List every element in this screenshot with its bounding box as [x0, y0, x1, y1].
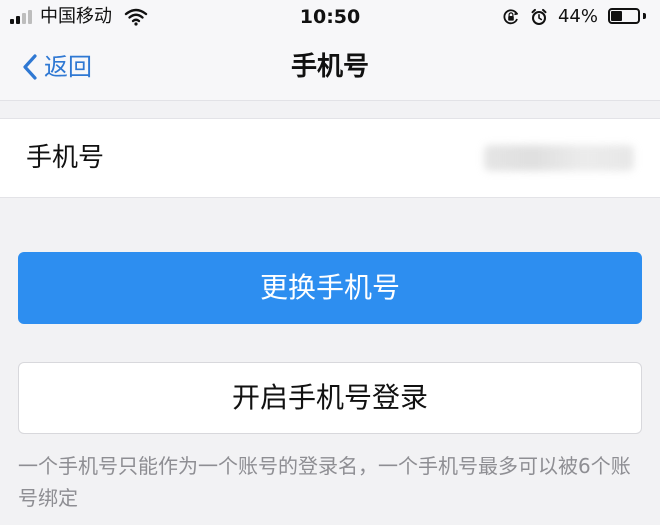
- status-bar-right: 44%: [502, 6, 646, 28]
- page-title: 手机号: [290, 52, 369, 82]
- battery-percentage: 44%: [557, 6, 598, 27]
- phone-number-row[interactable]: 手机号: [0, 118, 660, 198]
- navigation-bar: 返回 手机号: [0, 34, 660, 101]
- enable-phone-login-button[interactable]: 开启手机号登录: [18, 362, 642, 434]
- battery-icon: [608, 8, 646, 26]
- alarm-icon: [530, 8, 548, 26]
- phone-number-label: 手机号: [26, 143, 105, 173]
- change-phone-button[interactable]: 更换手机号: [18, 252, 642, 324]
- status-bar: 中国移动 10:50 44%: [0, 0, 660, 34]
- phone-binding-note: 一个手机号只能作为一个账号的登录名，一个手机号最多可以被6个账号绑定: [18, 454, 631, 510]
- orientation-lock-icon: [502, 8, 520, 26]
- phone-number-value-blurred: [484, 145, 634, 171]
